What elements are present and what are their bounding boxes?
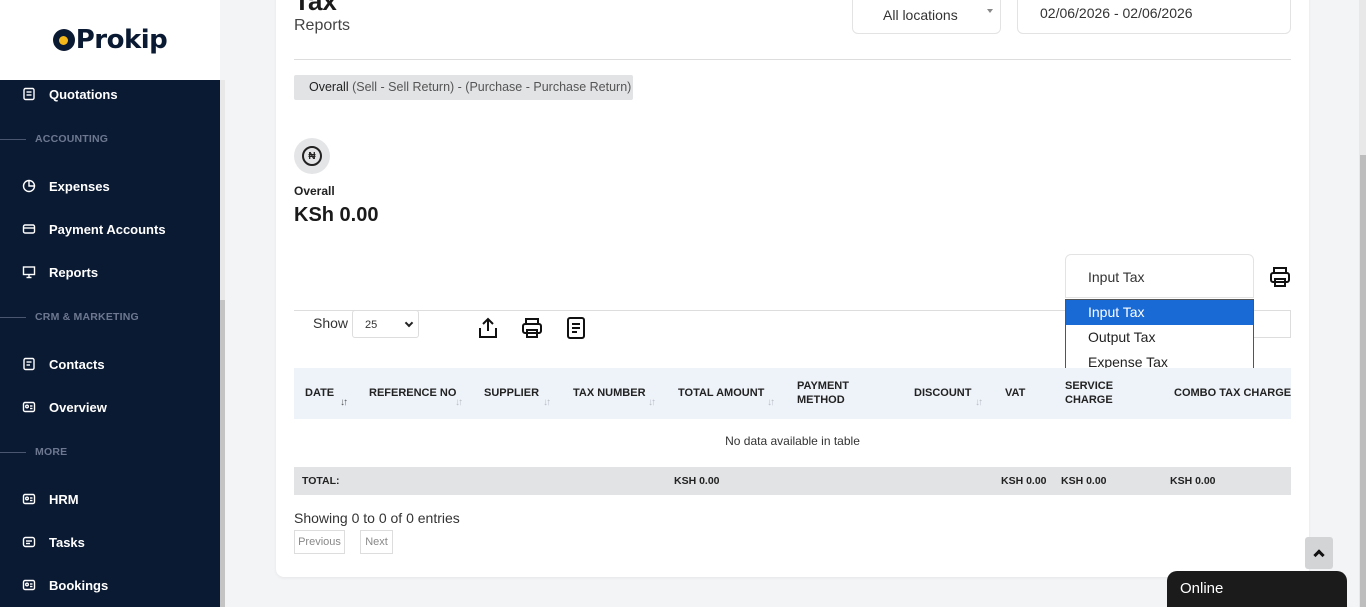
tax-option-output[interactable]: Output Tax bbox=[1066, 325, 1253, 350]
caret-down-icon bbox=[987, 9, 993, 13]
sidebar-item-bookings[interactable]: Bookings bbox=[22, 575, 108, 595]
sidebar-item-label: HRM bbox=[49, 491, 79, 507]
overall-label: Overall bbox=[294, 184, 335, 198]
sidebar-item-contacts[interactable]: Contacts bbox=[22, 354, 105, 374]
sidebar-item-overview[interactable]: Overview bbox=[22, 397, 107, 417]
column-header-vat[interactable]: VAT bbox=[1005, 386, 1025, 400]
id-card-icon bbox=[22, 578, 36, 592]
export-icon[interactable] bbox=[477, 316, 499, 340]
next-page-button[interactable]: Next bbox=[360, 530, 393, 554]
chevron-up-icon bbox=[1313, 549, 1325, 561]
footer-service-charge: KSH 0.00 bbox=[1061, 475, 1107, 487]
column-header-tax-number[interactable]: TAX NUMBER bbox=[573, 386, 646, 400]
empty-table-message: No data available in table bbox=[725, 434, 860, 448]
overall-value: KSh 0.00 bbox=[294, 204, 379, 226]
sidebar-section-crm-marketing: CRM & MARKETING bbox=[0, 310, 139, 324]
page-scrollbar-thumb[interactable] bbox=[1360, 155, 1366, 607]
sidebar-item-expenses[interactable]: Expenses bbox=[22, 176, 110, 196]
page-subtitle: Reports bbox=[294, 17, 351, 34]
footer-combo-tax: KSH 0.00 bbox=[1170, 475, 1216, 487]
sidebar-item-label: Reports bbox=[49, 264, 99, 280]
column-header-date[interactable]: DATE bbox=[305, 386, 334, 400]
sidebar-section-accounting: ACCOUNTING bbox=[0, 132, 108, 146]
presentation-icon bbox=[22, 265, 36, 279]
page-size-select[interactable]: 25 bbox=[352, 310, 419, 338]
print-icon[interactable] bbox=[1268, 265, 1292, 289]
column-header-discount[interactable]: DISCOUNT bbox=[914, 386, 971, 400]
footer-total-label: TOTAL: bbox=[302, 475, 340, 487]
prokip-logo-icon bbox=[52, 29, 75, 51]
sidebar-item-label: Tasks bbox=[49, 534, 85, 550]
table-footer bbox=[294, 467, 1291, 495]
column-header-supplier[interactable]: SUPPLIER bbox=[484, 386, 539, 400]
tax-type-select[interactable]: Input Tax bbox=[1065, 254, 1254, 298]
id-card-icon bbox=[22, 492, 36, 506]
page-title: Tax bbox=[294, 0, 337, 16]
sidebar-section-more: MORE bbox=[0, 445, 67, 459]
document-icon[interactable] bbox=[565, 316, 587, 340]
chat-widget[interactable]: Online bbox=[1167, 571, 1347, 607]
sort-icon[interactable]: ↓↑ bbox=[767, 397, 775, 408]
table-search-input[interactable] bbox=[1254, 310, 1291, 338]
sort-icon[interactable]: ↓↑ bbox=[455, 397, 463, 408]
show-label: Show bbox=[313, 315, 349, 331]
sort-icon[interactable]: ↓↑ bbox=[543, 397, 551, 408]
footer-total-amount: KSH 0.00 bbox=[674, 475, 720, 487]
formula-text: (Sell - Sell Return) - (Purchase - Purch… bbox=[348, 80, 632, 94]
location-select-value: All locations bbox=[883, 7, 958, 23]
id-card-icon bbox=[22, 400, 36, 414]
column-header-combo-tax-charge[interactable]: COMBO TAX CHARGE bbox=[1174, 386, 1291, 400]
wallet-icon bbox=[22, 222, 36, 236]
sidebar-item-label: Overview bbox=[49, 399, 107, 415]
brand-logo[interactable]: Prokip bbox=[0, 0, 220, 80]
previous-page-button[interactable]: Previous bbox=[294, 530, 345, 554]
table-info: Showing 0 to 0 of 0 entries bbox=[294, 510, 460, 526]
column-header-total-amount[interactable]: TOTAL AMOUNT bbox=[678, 386, 764, 400]
sidebar-item-label: Expenses bbox=[49, 178, 110, 194]
sidebar-item-payment-accounts[interactable]: Payment Accounts bbox=[22, 219, 166, 239]
sidebar-item-hrm[interactable]: HRM bbox=[22, 489, 79, 509]
footer-vat: KSH 0.00 bbox=[1001, 475, 1047, 487]
sort-icon[interactable]: ↓↑ bbox=[648, 397, 656, 408]
formula-badge: Overall (Sell - Sell Return) - (Purchase… bbox=[294, 75, 633, 100]
print-icon[interactable] bbox=[521, 316, 543, 340]
page-size-value: 25 bbox=[365, 319, 378, 331]
sort-icon[interactable]: ↓↑ bbox=[340, 397, 348, 408]
sidebar-item-tasks[interactable]: Tasks bbox=[22, 532, 85, 552]
sidebar-item-label: Payment Accounts bbox=[49, 221, 166, 237]
sidebar-item-label: Contacts bbox=[49, 356, 105, 372]
sidebar-item-label: Quotations bbox=[49, 86, 118, 102]
formula-bold: Overall bbox=[309, 80, 349, 94]
sidebar-item-label: Bookings bbox=[49, 577, 109, 593]
sidebar-item-quotations[interactable]: Quotations bbox=[22, 84, 118, 104]
chevron-down-icon bbox=[404, 318, 414, 328]
chat-status: Online bbox=[1180, 580, 1224, 597]
header-divider bbox=[294, 59, 1291, 60]
sort-icon[interactable]: ↓↑ bbox=[975, 397, 983, 408]
quotation-icon bbox=[22, 87, 36, 101]
date-range-input[interactable]: 02/06/2026 - 02/06/2026 bbox=[1017, 0, 1291, 34]
tax-type-menu: Input Tax Output Tax Expense Tax bbox=[1065, 299, 1254, 375]
column-header-payment-method[interactable]: PAYMENT METHOD bbox=[797, 379, 867, 407]
sidebar-item-reports[interactable]: Reports bbox=[22, 262, 98, 282]
sidebar-scrollbar-thumb[interactable] bbox=[220, 300, 225, 607]
contacts-icon bbox=[22, 357, 36, 371]
scroll-to-top-button[interactable] bbox=[1305, 537, 1333, 569]
column-header-reference-no[interactable]: REFERENCE NO bbox=[369, 386, 456, 400]
location-select[interactable]: All locations bbox=[852, 0, 1001, 34]
naira-icon: ₦ bbox=[302, 146, 322, 166]
tasks-icon bbox=[22, 535, 36, 549]
pie-chart-icon bbox=[22, 179, 36, 193]
logo-text: Prokip bbox=[75, 25, 168, 55]
tax-option-input[interactable]: Input Tax bbox=[1066, 300, 1253, 325]
currency-icon: ₦ bbox=[294, 138, 330, 174]
column-header-service-charge[interactable]: SERVICE CHARGE bbox=[1065, 379, 1135, 407]
